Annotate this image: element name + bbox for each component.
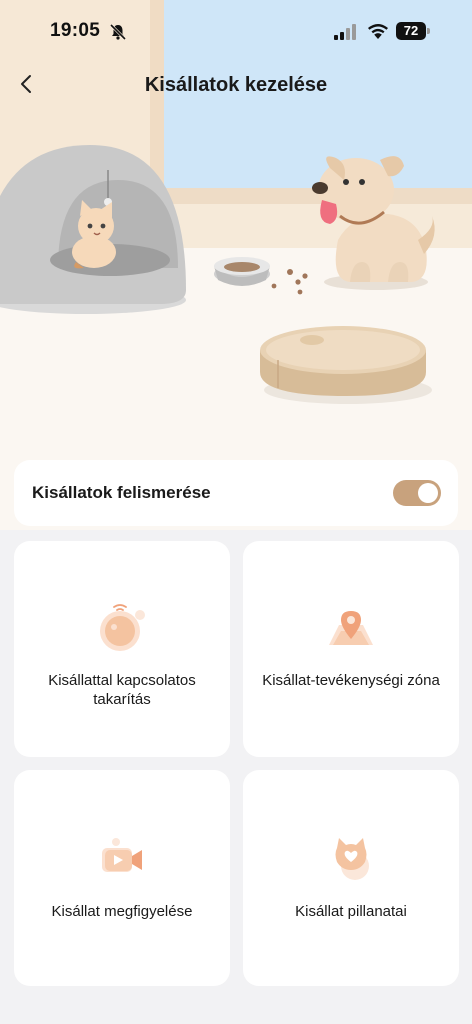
tile-pet-activity-zone-label: Kisállat-tevékenységi zóna: [262, 672, 440, 689]
status-bar: 19:05 72: [0, 0, 472, 62]
tile-pet-activity-zone[interactable]: Kisállat-tevékenységi zóna: [243, 541, 459, 757]
battery-icon: 72: [396, 22, 430, 40]
pet-recognition-label: Kisállatok felismerése: [32, 483, 211, 502]
battery-level: 72: [396, 22, 426, 40]
status-time: 19:05: [50, 20, 101, 41]
toggle-knob: [418, 483, 438, 503]
cellular-signal-icon: [334, 24, 356, 40]
tile-pet-cleaning[interactable]: Kisállattal kapcsolatos takarítás: [14, 541, 230, 757]
pet-recognition-card: Kisállatok felismerése: [14, 460, 458, 526]
wifi-icon: [368, 24, 388, 39]
pet-recognition-toggle[interactable]: [393, 480, 441, 506]
page-title: Kisállatok kezelése: [144, 74, 328, 96]
robot-vacuum-icon: [100, 604, 145, 651]
tile-pet-monitoring-label: Kisállat megfigyelése: [51, 903, 193, 920]
robot-vacuum-illustration: [260, 326, 432, 404]
cat-heart-icon: [335, 838, 369, 880]
tile-pet-moments[interactable]: Kisállat pillanatai: [243, 770, 459, 986]
tile-pet-cleaning-label: Kisállattal kapcsolatos takarítás: [48, 672, 196, 708]
tile-pet-monitoring[interactable]: Kisállat megfigyelése: [14, 770, 230, 986]
bell-slash-icon: [109, 23, 127, 41]
tile-pet-moments-label: Kisállat pillanatai: [295, 903, 407, 920]
location-pin-icon: [329, 611, 373, 645]
video-camera-icon: [102, 838, 142, 872]
